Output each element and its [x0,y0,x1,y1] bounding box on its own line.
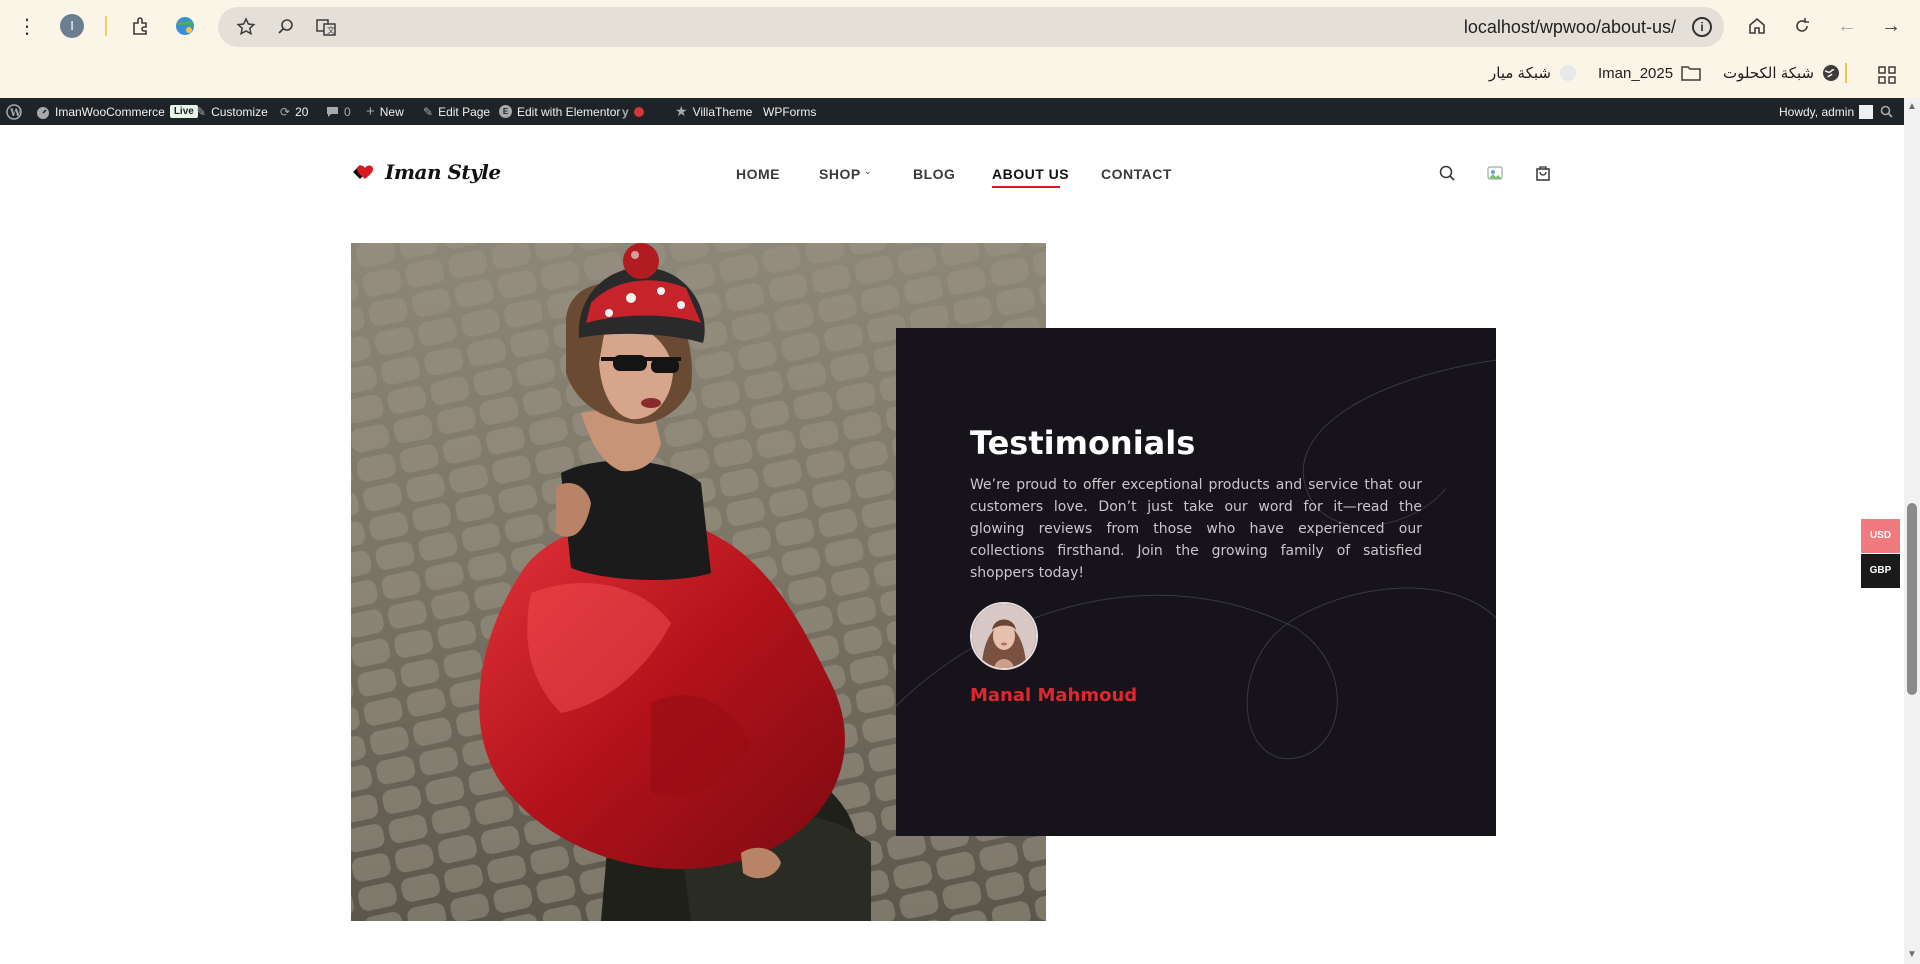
globe-icon [1823,65,1840,81]
back-arrow-icon[interactable]: ← [1833,12,1861,40]
testimonials-title: Testimonials [970,424,1196,462]
star-icon: ★ [675,103,688,119]
moon-icon [1559,65,1576,81]
bookmark-label: شبكة ميار [1489,65,1551,82]
home-icon[interactable] [1743,12,1771,40]
active-nav-underline [992,186,1060,188]
new-label: New [379,104,404,119]
currency-gbp-button[interactable]: GBP [1861,554,1900,588]
bookmark-item[interactable]: شبكة ميار [1489,62,1577,84]
site-name-link[interactable]: ImanWooCommerce Live [36,98,198,125]
toolbar-divider [105,16,107,36]
edit-elementor-label: Edit with Elementor [517,104,621,119]
nav-about[interactable]: ABOUT US [992,166,1069,182]
scroll-down-icon[interactable]: ▼ [1907,950,1917,960]
villatheme-link[interactable]: ★ VillaTheme [675,98,752,125]
new-content-link[interactable]: + New [366,98,404,125]
author-avatar [970,602,1038,670]
zoom-icon[interactable] [272,13,300,41]
nav-home[interactable]: HOME [736,166,780,182]
comments-count: 0 [344,104,351,119]
url-text: localhost/wpwoo/about-us/ [1463,17,1676,37]
extension-globe-icon[interactable] [171,12,199,40]
scroll-thumb[interactable] [1907,503,1917,695]
wpforms-label: WPForms [763,104,817,119]
comments-link[interactable]: 0 [326,98,351,125]
customize-label: Customize [211,104,268,119]
address-bar[interactable]: 文 localhost/wpwoo/about-us/ i [218,7,1724,47]
my-account-link[interactable]: Howdy, admin [1779,98,1874,125]
cart-icon[interactable] [1533,164,1553,184]
admin-search-icon[interactable] [1880,98,1893,125]
wordpress-icon: W [6,103,22,120]
elementor-icon: E [499,105,512,118]
site-logo[interactable]: Iman Style [351,160,501,184]
svg-text:W: W [9,108,22,119]
site-name: ImanWooCommerce [55,104,165,119]
dashboard-icon [37,106,49,119]
nav-contact[interactable]: CONTACT [1101,166,1172,182]
page-scrollbar[interactable]: ▲ ▼ [1904,98,1920,964]
bookmark-item[interactable]: شبكة الكحلوت [1723,62,1840,84]
folder-icon [1681,66,1701,81]
author-name: Manal Mahmoud [970,685,1138,706]
kebab-menu-icon[interactable]: ⋮ [13,12,41,40]
extensions-icon[interactable] [127,12,155,40]
bookmarks-divider [1845,63,1847,83]
currency-usd-button[interactable]: USD [1861,519,1900,553]
nav-blog[interactable]: BLOG [913,166,955,182]
testimonials-text: We’re proud to offer exceptional product… [970,477,1422,581]
account-image-icon[interactable] [1485,164,1505,184]
plus-icon: + [366,103,375,120]
yoast-link[interactable]: y [622,98,644,125]
yoast-icon: y [622,104,629,119]
updates-link[interactable]: ⟳ 20 [280,98,308,125]
howdy-label: Howdy, admin [1779,104,1855,119]
logo-text: Iman Style [385,160,501,184]
nav-shop[interactable]: SHOP [819,166,861,182]
wordpress-logo[interactable]: W [6,98,22,125]
villatheme-label: VillaTheme [692,104,753,119]
bookmark-label: Iman_2025 [1598,64,1674,82]
customize-link[interactable]: ✎ Customize [196,98,268,125]
wpforms-link[interactable]: WPForms [763,98,816,125]
pencil-icon: ✎ [423,104,434,119]
admin-avatar [1859,104,1874,119]
comment-icon [327,106,338,117]
reload-icon[interactable] [1788,12,1816,40]
apps-grid-icon[interactable] [1873,61,1901,89]
wp-admin-bar: W ImanWooCommerce Live ✎ Customize ⟳ 20 … [0,98,1904,125]
site-info-icon[interactable]: i [1692,17,1712,37]
forward-arrow-icon[interactable]: → [1877,12,1905,40]
live-badge: Live [169,105,198,118]
updates-icon: ⟳ [280,104,291,119]
search-icon[interactable] [1437,164,1457,184]
profile-avatar[interactable]: I [60,14,84,38]
scroll-up-icon[interactable]: ▲ [1907,102,1917,112]
bookmark-star-icon[interactable] [232,13,260,41]
bookmark-folder[interactable]: Iman_2025 [1598,62,1701,84]
brush-icon: ✎ [196,104,207,119]
translate-icon[interactable]: 文 [312,13,340,41]
edit-page-link[interactable]: ✎ Edit Page [423,98,490,125]
bookmarks-bar: شبكة ميار Iman_2025 شبكة الكحلوت [0,52,1920,98]
edit-page-label: Edit Page [438,104,491,119]
testimonials-card: Testimonials We’re proud to offer except… [896,328,1496,836]
updates-count: 20 [295,104,309,119]
edit-elementor-link[interactable]: E Edit with Elementor [499,98,620,125]
browser-toolbar: ⋮ I 文 localhost/wpwoo/about-us/ i ← → [0,0,1920,52]
seo-status-dot [633,106,644,117]
bookmark-label: شبكة الكحلوت [1723,65,1815,82]
heart-logo-icon [353,165,373,179]
svg-text:文: 文 [327,25,335,35]
chevron-down-icon[interactable]: ⌄ [864,166,872,177]
